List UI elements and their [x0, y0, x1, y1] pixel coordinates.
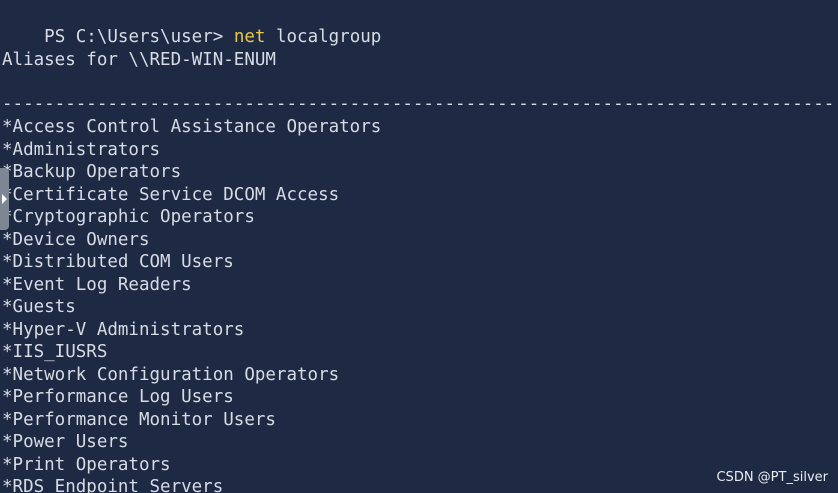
command-args: localgroup	[265, 27, 382, 47]
aliases-header: Aliases for \\RED-WIN-ENUM	[2, 50, 276, 70]
group-item: *Hyper-V Administrators	[2, 320, 245, 340]
group-item: *Power Users	[2, 432, 129, 452]
group-item: *Guests	[2, 297, 76, 317]
group-item: *RDS Endpoint Servers	[2, 477, 224, 493]
group-item: *Backup Operators	[2, 162, 182, 182]
group-item: *Device Owners	[2, 230, 150, 250]
prompt-line: PS C:\Users\user> net localgroup	[2, 4, 381, 47]
group-item: *Distributed COM Users	[2, 252, 234, 272]
group-item: *Performance Log Users	[2, 387, 234, 407]
group-item: *Event Log Readers	[2, 275, 192, 295]
side-panel-handle[interactable]	[0, 168, 9, 230]
group-item: *Cryptographic Operators	[2, 207, 255, 227]
group-item: *Performance Monitor Users	[2, 410, 276, 430]
prompt-text: PS C:\Users\user>	[44, 27, 234, 47]
group-item: *Network Configuration Operators	[2, 365, 340, 385]
group-item: *IIS_IUSRS	[2, 342, 108, 362]
group-item: *Access Control Assistance Operators	[2, 117, 382, 137]
divider-line: ----------------------------------------…	[2, 94, 835, 114]
group-item: *Certificate Service DCOM Access	[2, 185, 340, 205]
command-text: net	[233, 27, 266, 47]
group-item: *Print Operators	[2, 455, 171, 475]
group-item: *Administrators	[2, 140, 161, 160]
watermark: CSDN @PT_silver	[716, 470, 828, 485]
terminal-window[interactable]: PS C:\Users\user> net localgroup Aliases…	[0, 0, 838, 493]
